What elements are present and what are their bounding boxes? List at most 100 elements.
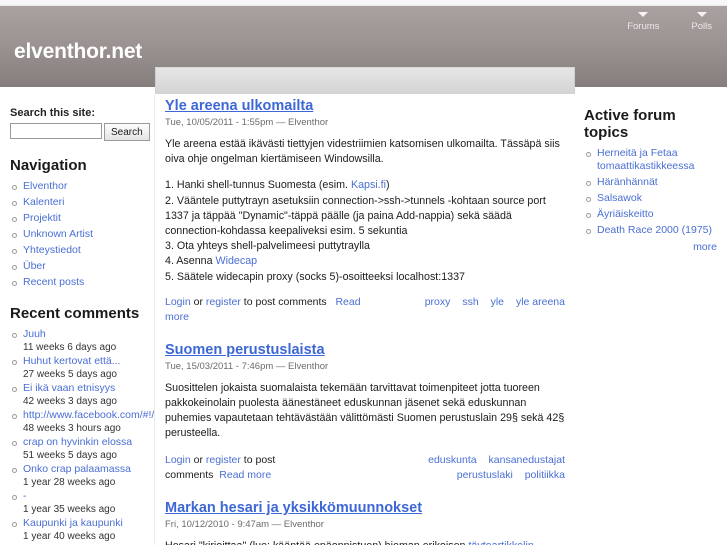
step-4: 4. Asenna Widecap	[165, 254, 565, 269]
search-block-title: Search this site:	[10, 107, 95, 119]
step-1-close: )	[386, 179, 390, 192]
sidebar-item-recent-posts[interactable]: Recent posts	[23, 276, 84, 288]
widecap-link[interactable]: Widecap	[216, 255, 258, 267]
active-forum-topics-title: Active forum topics	[584, 107, 676, 141]
list-item: Juuh 11 weeks 6 days ago	[10, 328, 146, 354]
or-text: or	[190, 295, 206, 308]
site-title: elventhor.net	[14, 40, 143, 63]
article-meta: Fri, 10/12/2010 - 9:47am — Elventhor	[165, 518, 324, 530]
recent-comment-time: 1 year 35 weeks ago	[23, 504, 116, 515]
article-tags: proxy ssh yle yle areena	[416, 295, 565, 310]
recent-comments-list: Juuh 11 weeks 6 days ago Huhut kertovat …	[10, 328, 154, 543]
recent-comment-time: 11 weeks 6 days ago	[23, 342, 117, 353]
recent-comment-link[interactable]: Juuh	[23, 328, 46, 340]
list-item: Kaupunki ja kaupunki 1 year 40 weeks ago	[10, 517, 146, 543]
read-more-link[interactable]: Read more	[219, 469, 271, 481]
step-2: 2. Vääntele puttytrayn asetuksiin connec…	[165, 194, 546, 238]
search-form: Search	[10, 123, 150, 141]
nav-item-label: Forums	[627, 21, 660, 32]
page-root: elventhor.net Forums Polls Search this s…	[0, 0, 727, 545]
recent-comment-link[interactable]: http://www.facebook.com/#!/gr	[23, 409, 154, 421]
article-text: Suosittelen jokaista suomalaista tekemää…	[165, 381, 565, 440]
recent-comment-link[interactable]: -	[23, 490, 27, 502]
nav-notch-icon	[696, 12, 707, 17]
search-button[interactable]: Search	[104, 123, 150, 141]
step-4-text: 4. Asenna	[165, 255, 216, 268]
article-title-link[interactable]: Yle areena ulkomailta	[165, 98, 565, 115]
article-footer: Login or register to post comments Read …	[165, 295, 565, 325]
article-tags: eduskunta kansanedustajat perustuslaki p…	[351, 453, 565, 483]
recent-comments-block-title: Recent comments	[10, 305, 140, 322]
recent-comment-link[interactable]: Onko crap palaamassa	[23, 463, 131, 475]
article-text-pre: Hesari "kirjoittaa" (lue: kääntää epäonn…	[165, 540, 468, 545]
tag-link[interactable]: perustuslaki	[457, 469, 513, 481]
article: Markan hesari ja yksikkömuunnokset Fri, …	[165, 500, 565, 545]
list-item: Häränhännät	[584, 176, 719, 189]
nav-item-forums[interactable]: Forums	[620, 12, 666, 36]
tag-link[interactable]: yle	[491, 296, 504, 308]
register-link[interactable]: register	[206, 454, 241, 466]
recent-comment-link[interactable]: Ei ikä vaan etnisyys	[23, 382, 115, 394]
forum-topic-link[interactable]: Salsawok	[597, 192, 642, 204]
list-item: Huhut kertovat että... 27 weeks 5 days a…	[10, 355, 146, 381]
forum-topic-link[interactable]: Death Race 2000 (1975)	[597, 224, 712, 236]
sidebar-item-unknown-artist[interactable]: Unknown Artist	[23, 228, 93, 240]
article-footer: Login or register to post comments Read …	[165, 453, 565, 483]
login-link[interactable]: Login	[165, 454, 191, 466]
post-comments-text: to post comments	[240, 295, 327, 308]
article-body: Hesari "kirjoittaa" (lue: kääntää epäonn…	[165, 539, 565, 545]
primary-nav: Forums Polls	[620, 12, 719, 36]
forum-topic-link[interactable]: Herneitä ja Fetaa tomaattikastikkeessa	[597, 147, 694, 172]
register-link[interactable]: register	[206, 296, 241, 308]
active-forum-topics-list: Herneitä ja Fetaa tomaattikastikkeessa H…	[584, 147, 719, 237]
sidebar-item-uber[interactable]: Über	[23, 260, 46, 272]
search-input[interactable]	[10, 123, 102, 139]
article-meta: Tue, 10/05/2011 - 1:55pm — Elventhor	[165, 117, 329, 128]
tag-link[interactable]: politiikka	[525, 469, 565, 481]
more-link[interactable]: more	[584, 241, 719, 253]
tag-link[interactable]: proxy	[425, 296, 451, 308]
forum-topic-link[interactable]: Äyriäiskeitto	[597, 208, 654, 220]
main-content: Yle areena ulkomailta Tue, 10/05/2011 - …	[165, 98, 565, 545]
tag-link[interactable]: yle areena	[516, 296, 565, 308]
content-tabstrip	[155, 67, 575, 94]
sidebar-item-kalenteri[interactable]: Kalenteri	[23, 196, 64, 208]
article: Yle areena ulkomailta Tue, 10/05/2011 - …	[165, 98, 565, 325]
list-item: Ei ikä vaan etnisyys 42 weeks 3 days ago	[10, 382, 146, 408]
step-1: 1. Hanki shell-tunnus Suomesta (esim. Ka…	[165, 178, 565, 193]
recent-comment-link[interactable]: Huhut kertovat että...	[23, 355, 120, 367]
list-item: http://www.facebook.com/#!/gr 48 weeks 3…	[10, 409, 154, 435]
article-title-link[interactable]: Suomen perustuslaista	[165, 342, 565, 359]
article-body: Yle areena estää ikävästi tiettyjen vide…	[165, 137, 565, 285]
article-steps: 1. Hanki shell-tunnus Suomesta (esim. Ka…	[165, 178, 565, 284]
article: Suomen perustuslaista Tue, 15/03/2011 - …	[165, 342, 565, 483]
recent-comment-time: 1 year 40 weeks ago	[23, 531, 116, 542]
list-item: Yhteystiedot	[10, 244, 146, 257]
tayteartikkelin-link[interactable]: täyteartikkelin	[468, 540, 533, 545]
list-item: - 1 year 35 weeks ago	[10, 490, 146, 516]
forum-topic-link[interactable]: Häränhännät	[597, 176, 658, 188]
recent-comment-link[interactable]: Kaupunki ja kaupunki	[23, 517, 123, 529]
article-meta: Tue, 15/03/2011 - 7:46pm — Elventhor	[165, 360, 329, 372]
login-link[interactable]: Login	[165, 296, 191, 308]
sidebar-item-projektit[interactable]: Projektit	[23, 212, 61, 224]
recent-comment-time: 1 year 28 weeks ago	[23, 477, 116, 488]
list-item: Herneitä ja Fetaa tomaattikastikkeessa	[584, 147, 719, 173]
tag-link[interactable]: eduskunta	[428, 454, 476, 466]
tag-link[interactable]: kansanedustajat	[489, 454, 565, 466]
recent-comment-time: 48 weeks 3 hours ago	[23, 423, 121, 434]
navigation-block-title: Navigation	[10, 157, 87, 174]
kapsi-link[interactable]: Kapsi.fi	[351, 179, 386, 191]
nav-item-label: Polls	[691, 21, 712, 32]
list-item: Über	[10, 260, 146, 273]
list-item: Onko crap palaamassa 1 year 28 weeks ago	[10, 463, 146, 489]
sidebar-item-elventhor[interactable]: Elventhor	[23, 180, 67, 192]
tag-link[interactable]: ssh	[462, 296, 478, 308]
sidebar-item-yhteystiedot[interactable]: Yhteystiedot	[23, 244, 81, 256]
article-body: Suosittelen jokaista suomalaista tekemää…	[165, 381, 565, 442]
article-text: Hesari "kirjoittaa" (lue: kääntää epäonn…	[165, 539, 565, 545]
nav-item-polls[interactable]: Polls	[684, 12, 719, 36]
recent-comment-link[interactable]: crap on hyvinkin elossa	[23, 436, 132, 448]
article-title-link[interactable]: Markan hesari ja yksikkömuunnokset	[165, 500, 565, 517]
list-item: Projektit	[10, 212, 146, 225]
